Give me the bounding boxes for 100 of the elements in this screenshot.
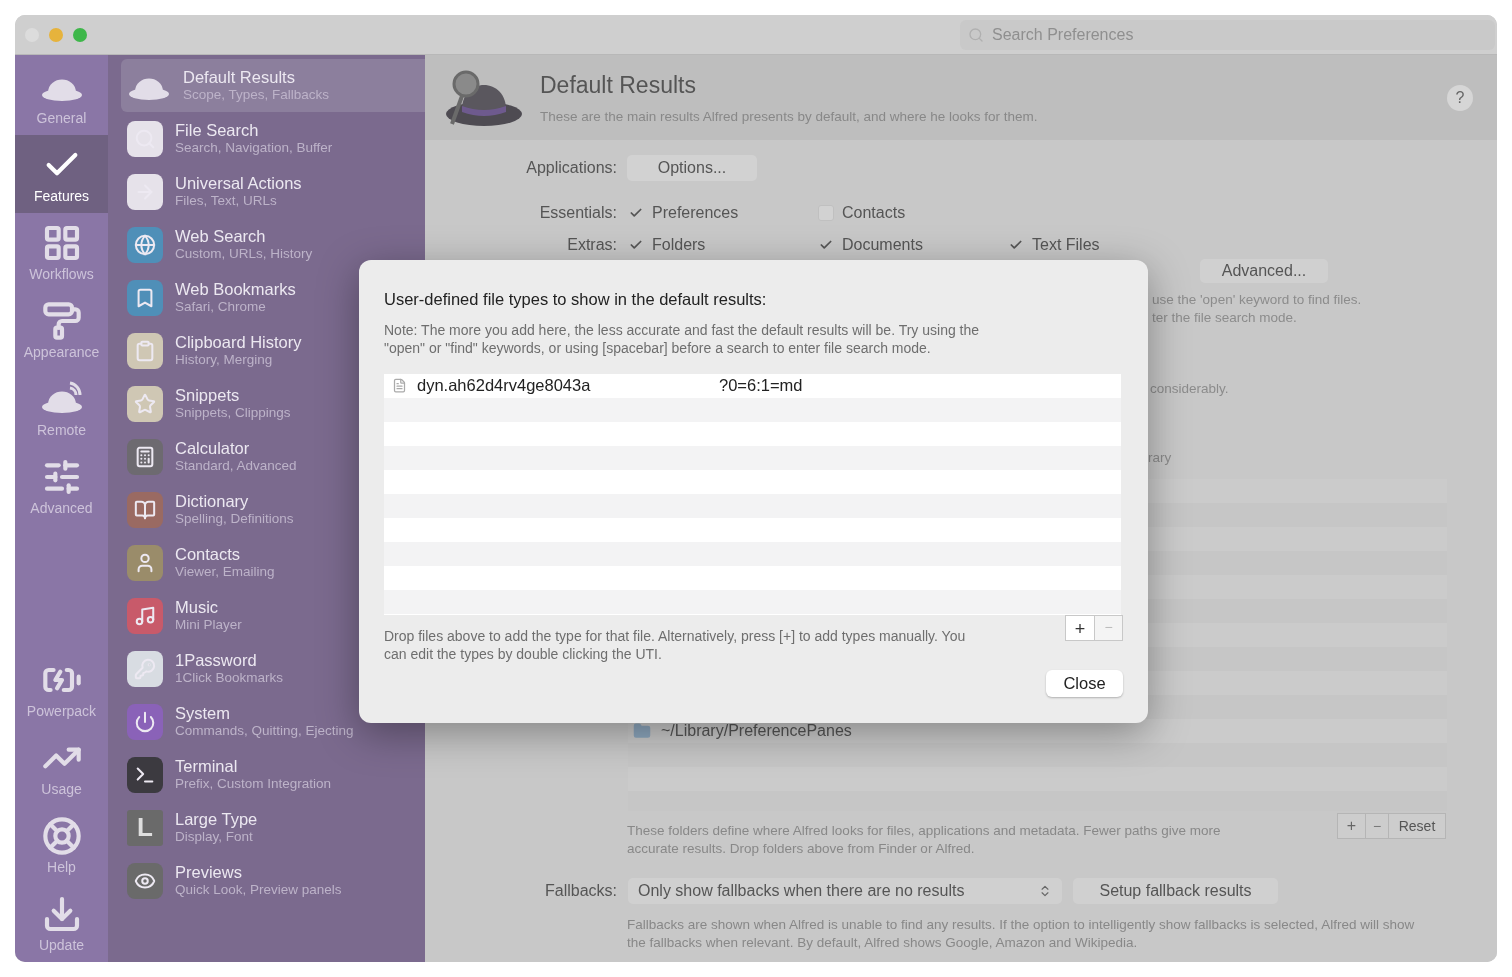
calculator-icon — [127, 438, 163, 475]
feature-subtitle: Spelling, Definitions — [175, 511, 294, 529]
remove-button[interactable]: − — [1366, 813, 1388, 839]
reset-button[interactable]: Reset — [1388, 813, 1446, 839]
sidebar-tab[interactable]: Remote — [15, 369, 108, 447]
hint-text: considerably. — [1150, 380, 1229, 398]
feature-subtitle: Quick Look, Preview panels — [175, 882, 342, 900]
file-icon — [392, 378, 407, 394]
folder-description: These folders define where Alfred looks for files, applications and metadata. Fewer paths give more accurate results. Drop folders above from Finder or Alfred. — [627, 822, 1222, 858]
power-icon — [127, 703, 163, 740]
feature-title: Universal Actions — [175, 172, 302, 194]
feature-subtitle: Snippets, Clippings — [175, 405, 291, 423]
sidebar-tab[interactable]: Usage — [15, 728, 108, 806]
feature-subtitle: Mini Player — [175, 617, 242, 635]
feature-subtitle: 1Click Bookmarks — [175, 670, 284, 688]
field-label: Essentials: — [538, 203, 617, 223]
feature-item[interactable]: Universal Actions Files, Text, URLs — [121, 165, 425, 218]
feature-title: Web Search — [175, 225, 267, 247]
sidebar-tab[interactable]: Powerpack — [15, 650, 108, 728]
terminal-icon — [127, 756, 163, 793]
feature-title: Web Bookmarks — [175, 278, 296, 300]
feature-item[interactable]: L Large Type Display, Font — [121, 801, 425, 854]
folder-path[interactable]: ~/Library/PreferencePanes — [661, 719, 852, 743]
options-button[interactable]: Options... — [627, 155, 757, 181]
page-title: Default Results — [540, 71, 697, 101]
fallback-select[interactable]: Only show fallbacks when there are no results — [628, 878, 1062, 904]
eye-icon — [127, 862, 163, 899]
magnifier-document-icon — [127, 120, 163, 157]
feature-title: Clipboard History — [175, 331, 302, 353]
help-button[interactable]: ? — [1447, 84, 1473, 111]
dictionary-icon — [127, 491, 163, 528]
feature-subtitle: Search, Navigation, Buffer — [175, 140, 333, 158]
feature-title: Previews — [175, 861, 243, 883]
feature-subtitle: Commands, Quitting, Ejecting — [175, 723, 354, 741]
sidebar-tab[interactable]: Update — [15, 884, 108, 962]
add-button[interactable]: + — [1337, 813, 1366, 839]
feature-title: Dictionary — [175, 490, 250, 512]
checkbox-label: Text Files — [1032, 235, 1100, 255]
field-label: Applications: — [525, 158, 617, 178]
dialog-title: User-defined file types to show in the default results: — [384, 289, 768, 310]
sidebar-tab[interactable]: Features — [15, 135, 108, 213]
add-button[interactable]: + — [1065, 614, 1095, 641]
feature-subtitle: History, Merging — [175, 352, 274, 370]
arrow-document-icon — [127, 173, 163, 210]
star-clipboard-icon — [127, 385, 163, 422]
lifebuoy-icon — [41, 816, 82, 856]
dialog-hint: Drop files above to add the type for that file. Alternatively, press [+] to add types manually. You can edit the types by double clicking the UTI. — [384, 626, 967, 663]
checkbox-label: Contacts — [842, 203, 906, 223]
checkbox-label: Folders — [652, 235, 706, 255]
checkbox-label: Documents — [842, 235, 923, 255]
sidebar-tab[interactable]: General — [15, 57, 108, 135]
contact-icon — [127, 544, 163, 581]
feature-title: System — [175, 702, 231, 724]
letter-tile-icon: L — [127, 809, 163, 846]
feature-subtitle: Display, Font — [175, 829, 254, 847]
feature-title: Contacts — [175, 543, 242, 565]
feature-item[interactable]: Web Search Custom, URLs, History — [121, 218, 425, 271]
uti-cell[interactable]: dyn.ah62d4rv4ge8043a — [417, 373, 719, 399]
fallback-description: Fallbacks are shown when Alfred is unable to find any results. If the option to intelligently show fallbacks is selected, Alfred will show the fallbacks when relevant. By default, Alfred shows Google, Amazon and Wikipedia. — [627, 916, 1416, 952]
field-label: Fallbacks: — [543, 881, 617, 901]
close-dialog-button[interactable]: Close — [1046, 669, 1123, 697]
sidebar-tab[interactable]: Advanced — [15, 447, 108, 525]
feature-item[interactable]: Previews Quick Look, Preview panels — [121, 854, 425, 907]
folder-icon — [633, 722, 651, 740]
feature-item[interactable]: Calculator Standard, Advanced — [121, 430, 425, 483]
feature-item[interactable]: Terminal Prefix, Custom Integration — [121, 748, 425, 801]
advanced-button[interactable]: Advanced... — [1200, 259, 1328, 283]
feature-item[interactable]: File Search Search, Navigation, Buffer — [121, 112, 425, 165]
music-note-icon — [127, 597, 163, 634]
feature-title: Default Results — [183, 66, 296, 88]
feature-subtitle: Files, Text, URLs — [175, 193, 278, 211]
feature-title: 1Password — [175, 649, 258, 671]
feature-item[interactable]: Dictionary Spelling, Definitions — [121, 483, 425, 536]
feature-subtitle: Custom, URLs, History — [175, 246, 313, 264]
globe-icon — [127, 226, 163, 263]
hint-text: use the 'open' keyword to find files. — [1152, 291, 1363, 309]
feature-title: Terminal — [175, 755, 239, 777]
extension-cell-text: ?0=6:1=md — [719, 375, 803, 397]
hint-text: rary — [1148, 449, 1172, 467]
paint-roller-icon — [41, 301, 82, 341]
feature-subtitle: Viewer, Emailing — [175, 564, 275, 582]
setup-fallback-button[interactable]: Setup fallback results — [1073, 878, 1278, 904]
sidebar-tab[interactable]: Help — [15, 806, 108, 884]
feature-item[interactable]: Contacts Viewer, Emailing — [121, 536, 425, 589]
checkbox-label: Preferences — [652, 203, 739, 223]
feature-title: Calculator — [175, 437, 251, 459]
feature-subtitle: Safari, Chrome — [175, 299, 267, 317]
feature-title: Snippets — [175, 384, 241, 406]
feature-subtitle: Standard, Advanced — [175, 458, 297, 476]
sidebar-tab[interactable]: Workflows — [15, 213, 108, 291]
dialog-note: Note: The more you add here, the less accurate and fast the default results will be. Try using the "open" or "find" keywords, or using [spacebar] before a search to enter file search mode. — [384, 320, 981, 357]
feature-subtitle: Prefix, Custom Integration — [175, 776, 332, 794]
feature-item[interactable]: System Commands, Quitting, Ejecting — [121, 695, 425, 748]
sidebar-tab[interactable]: Appearance — [15, 291, 108, 369]
clipboard-icon — [127, 332, 163, 369]
field-label: Extras: — [566, 235, 617, 255]
feature-title: File Search — [175, 119, 260, 141]
search-icon — [968, 26, 984, 43]
feature-title: Large Type — [175, 808, 258, 830]
feature-title: Music — [175, 596, 220, 618]
